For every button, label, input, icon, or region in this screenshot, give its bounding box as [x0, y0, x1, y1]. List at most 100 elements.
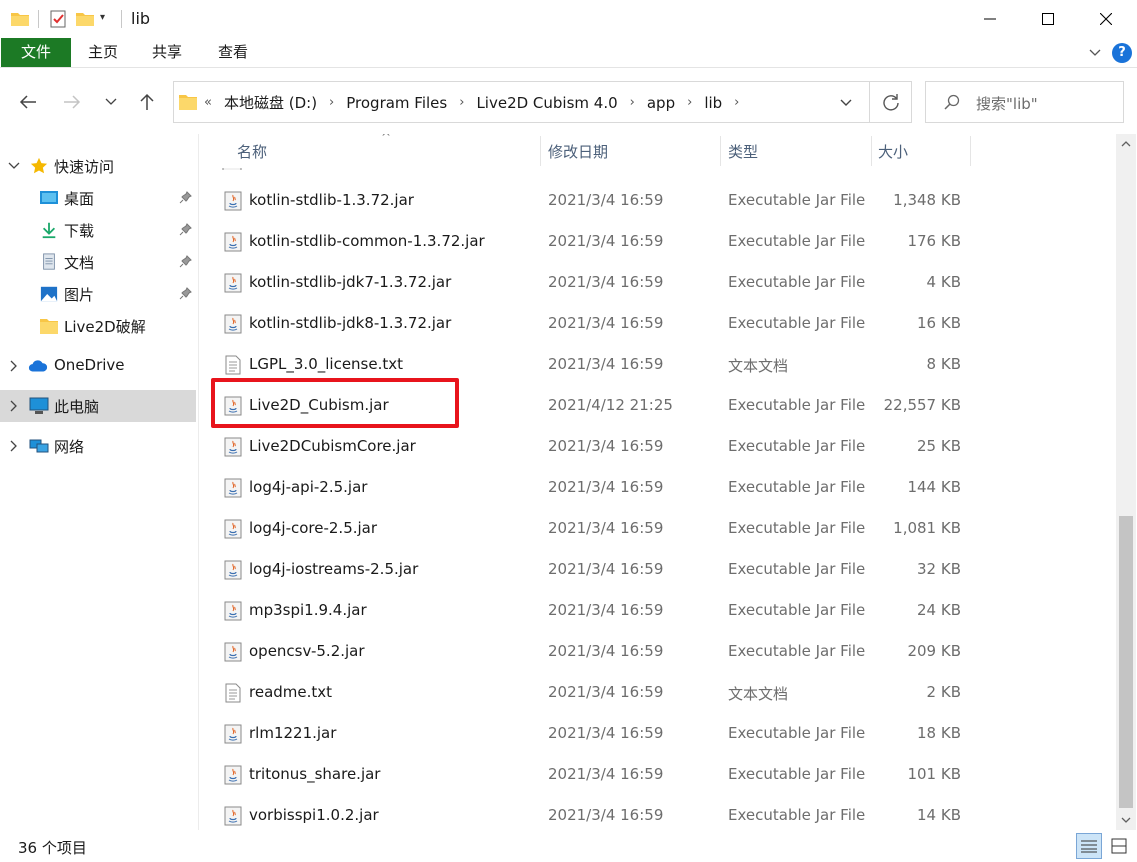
status-bar: 36 个项目 — [0, 830, 1137, 862]
address-bar[interactable]: « 本地磁盘 (D:) › Program Files › Live2D Cub… — [173, 81, 912, 123]
file-date: 2021/3/4 16:59 — [548, 806, 664, 824]
file-date: 2021/3/4 16:59 — [548, 191, 664, 209]
large-icons-view-button[interactable] — [1106, 833, 1132, 859]
maximize-button[interactable] — [1019, 0, 1077, 38]
pin-icon[interactable] — [179, 287, 192, 300]
breadcrumb-separator-icon[interactable]: › — [317, 95, 346, 110]
divider — [121, 10, 122, 28]
new-folder-icon[interactable] — [75, 9, 95, 29]
breadcrumb-overflow-icon[interactable]: « — [204, 95, 224, 110]
minimize-button[interactable] — [961, 0, 1019, 38]
chevron-down-icon — [1121, 817, 1131, 823]
sidebar-item-network[interactable]: 网络 — [0, 430, 196, 462]
file-date: 2021/3/4 16:59 — [548, 314, 664, 332]
tab-view[interactable]: 查看 — [206, 38, 260, 67]
help-button[interactable]: ? — [1112, 43, 1132, 63]
forward-button[interactable] — [60, 90, 84, 114]
file-date: 2021/3/4 16:59 — [548, 273, 664, 291]
arrow-up-icon — [140, 93, 154, 110]
details-view-button[interactable] — [1076, 833, 1102, 859]
chevron-right-icon[interactable] — [8, 400, 20, 412]
file-row[interactable]: log4j-api-2.5.jar 2021/3/4 16:59 Executabl… — [200, 467, 1116, 508]
vertical-scrollbar[interactable] — [1116, 134, 1136, 830]
properties-icon[interactable] — [48, 9, 68, 29]
breadcrumb-item[interactable]: app — [647, 94, 675, 112]
breadcrumb-separator-icon[interactable]: › — [722, 95, 751, 110]
sidebar-item-label: 下载 — [64, 222, 95, 240]
address-history-chevron-icon[interactable] — [837, 93, 855, 111]
file-row[interactable]: tritonus_share.jar 2021/3/4 16:59 Executab… — [200, 754, 1116, 795]
scroll-up-button[interactable] — [1116, 134, 1136, 154]
file-name: log4j-core-2.5.jar — [249, 519, 378, 537]
file-row[interactable]: kotlin-stdlib-common-1.3.72.jar 2021/3/4 … — [200, 221, 1116, 262]
pin-icon[interactable] — [179, 191, 192, 204]
sidebar-item-pictures[interactable]: 图片 — [0, 278, 196, 310]
file-size: 22,557 KB — [883, 396, 961, 414]
up-button[interactable] — [135, 90, 159, 114]
pin-icon[interactable] — [179, 223, 192, 236]
scroll-down-button[interactable] — [1116, 810, 1136, 830]
sidebar-item-downloads[interactable]: 下载 — [0, 214, 196, 246]
back-button[interactable] — [16, 90, 40, 114]
refresh-icon[interactable] — [881, 92, 901, 112]
quick-access-dropdown-icon[interactable]: ▾ — [100, 12, 105, 23]
breadcrumb-separator-icon[interactable]: › — [618, 95, 647, 110]
file-date: 2021/3/4 16:59 — [548, 683, 664, 701]
file-row[interactable]: kotlin-stdlib-jdk7-1.3.72.jar 2021/3/4 16… — [200, 262, 1116, 303]
file-row[interactable]: kotlin-stdlib-1.3.72.jar 2021/3/4 16:59 Ex… — [200, 180, 1116, 221]
file-row[interactable]: LGPL_3.0_license.txt 2021/3/4 16:59 文本文档 8 … — [200, 344, 1116, 385]
file-row[interactable]: rlm1221.jar 2021/3/4 16:59 Executable Jar … — [200, 713, 1116, 754]
file-name: Live2DCubismCore.jar — [249, 437, 416, 455]
column-header-date[interactable]: 修改日期 — [541, 134, 720, 168]
breadcrumb-separator-icon[interactable]: › — [675, 95, 704, 110]
search-box[interactable]: 搜索"lib" — [925, 81, 1124, 123]
chevron-down-icon[interactable] — [8, 160, 20, 172]
column-divider[interactable] — [970, 136, 971, 166]
scrollbar-thumb[interactable] — [1119, 516, 1133, 808]
chevron-right-icon[interactable] — [8, 360, 20, 372]
file-row[interactable]: opencsv-5.2.jar 2021/3/4 16:59 Executable … — [200, 631, 1116, 672]
expand-ribbon-chevron-icon[interactable] — [1087, 44, 1103, 60]
file-row[interactable]: kotlin-stdlib-jdk8-1.3.72.jar 2021/3/4 16… — [200, 303, 1116, 344]
breadcrumb-item[interactable]: Program Files — [346, 94, 447, 112]
file-row[interactable]: vorbisspi1.0.2.jar 2021/3/4 16:59 Executab… — [200, 795, 1116, 830]
column-header-type[interactable]: 类型 — [721, 134, 871, 168]
sidebar-item-quick-access[interactable]: 快速访问 — [0, 150, 196, 182]
file-name: rlm1221.jar — [249, 724, 337, 742]
breadcrumb-separator-icon[interactable]: › — [447, 95, 476, 110]
file-name: log4j-api-2.5.jar — [249, 478, 368, 496]
sidebar-item-label: 文档 — [64, 254, 95, 272]
tab-file[interactable]: 文件 — [1, 38, 71, 67]
file-row[interactable]: readme.txt 2021/3/4 16:59 文本文档 2 KB — [200, 672, 1116, 713]
pin-icon[interactable] — [179, 255, 192, 268]
file-row[interactable]: log4j-iostreams-2.5.jar 2021/3/4 16:59 Exe… — [200, 549, 1116, 590]
sidebar-item-this-pc[interactable]: 此电脑 — [0, 390, 196, 422]
breadcrumb-item[interactable]: 本地磁盘 (D:) — [224, 92, 317, 113]
file-row[interactable]: log4j-core-2.5.jar 2021/3/4 16:59 Executab… — [200, 508, 1116, 549]
chevron-right-icon[interactable] — [8, 440, 20, 452]
jar-file-icon — [224, 519, 242, 539]
folder-icon[interactable] — [10, 9, 30, 29]
sidebar-item-desktop[interactable]: 桌面 — [0, 182, 196, 214]
file-row[interactable]: mp3spi1.9.4.jar 2021/3/4 16:59 Executable … — [200, 590, 1116, 631]
sidebar-item-onedrive[interactable]: OneDrive — [0, 350, 196, 382]
navigation-bar: « 本地磁盘 (D:) › Program Files › Live2D Cub… — [0, 68, 1137, 134]
chevron-down-icon — [105, 98, 117, 105]
file-row[interactable]: Live2DCubismCore.jar 2021/3/4 16:59 Execut… — [200, 426, 1116, 467]
tab-share[interactable]: 共享 — [140, 38, 194, 67]
breadcrumb-item[interactable]: lib — [704, 94, 722, 112]
arrow-right-icon — [64, 95, 81, 109]
sidebar-item-live2d-folder[interactable]: Live2D破解 — [0, 310, 196, 342]
jar-file-icon — [224, 560, 242, 580]
column-header-size[interactable]: 大小 — [872, 134, 970, 168]
sidebar-item-documents[interactable]: 文档 — [0, 246, 196, 278]
file-type: Executable Jar File — [728, 478, 866, 496]
recent-locations-button[interactable] — [99, 90, 123, 114]
divider — [38, 10, 39, 28]
tab-home[interactable]: 主页 — [76, 38, 130, 67]
search-input[interactable]: 搜索"lib" — [976, 93, 1038, 114]
file-row[interactable]: Live2D_Cubism.jar 2021/4/12 21:25 Executab… — [200, 385, 1116, 426]
close-button[interactable] — [1077, 0, 1135, 38]
breadcrumb-item[interactable]: Live2D Cubism 4.0 — [476, 94, 617, 112]
jar-file-icon — [224, 314, 242, 334]
